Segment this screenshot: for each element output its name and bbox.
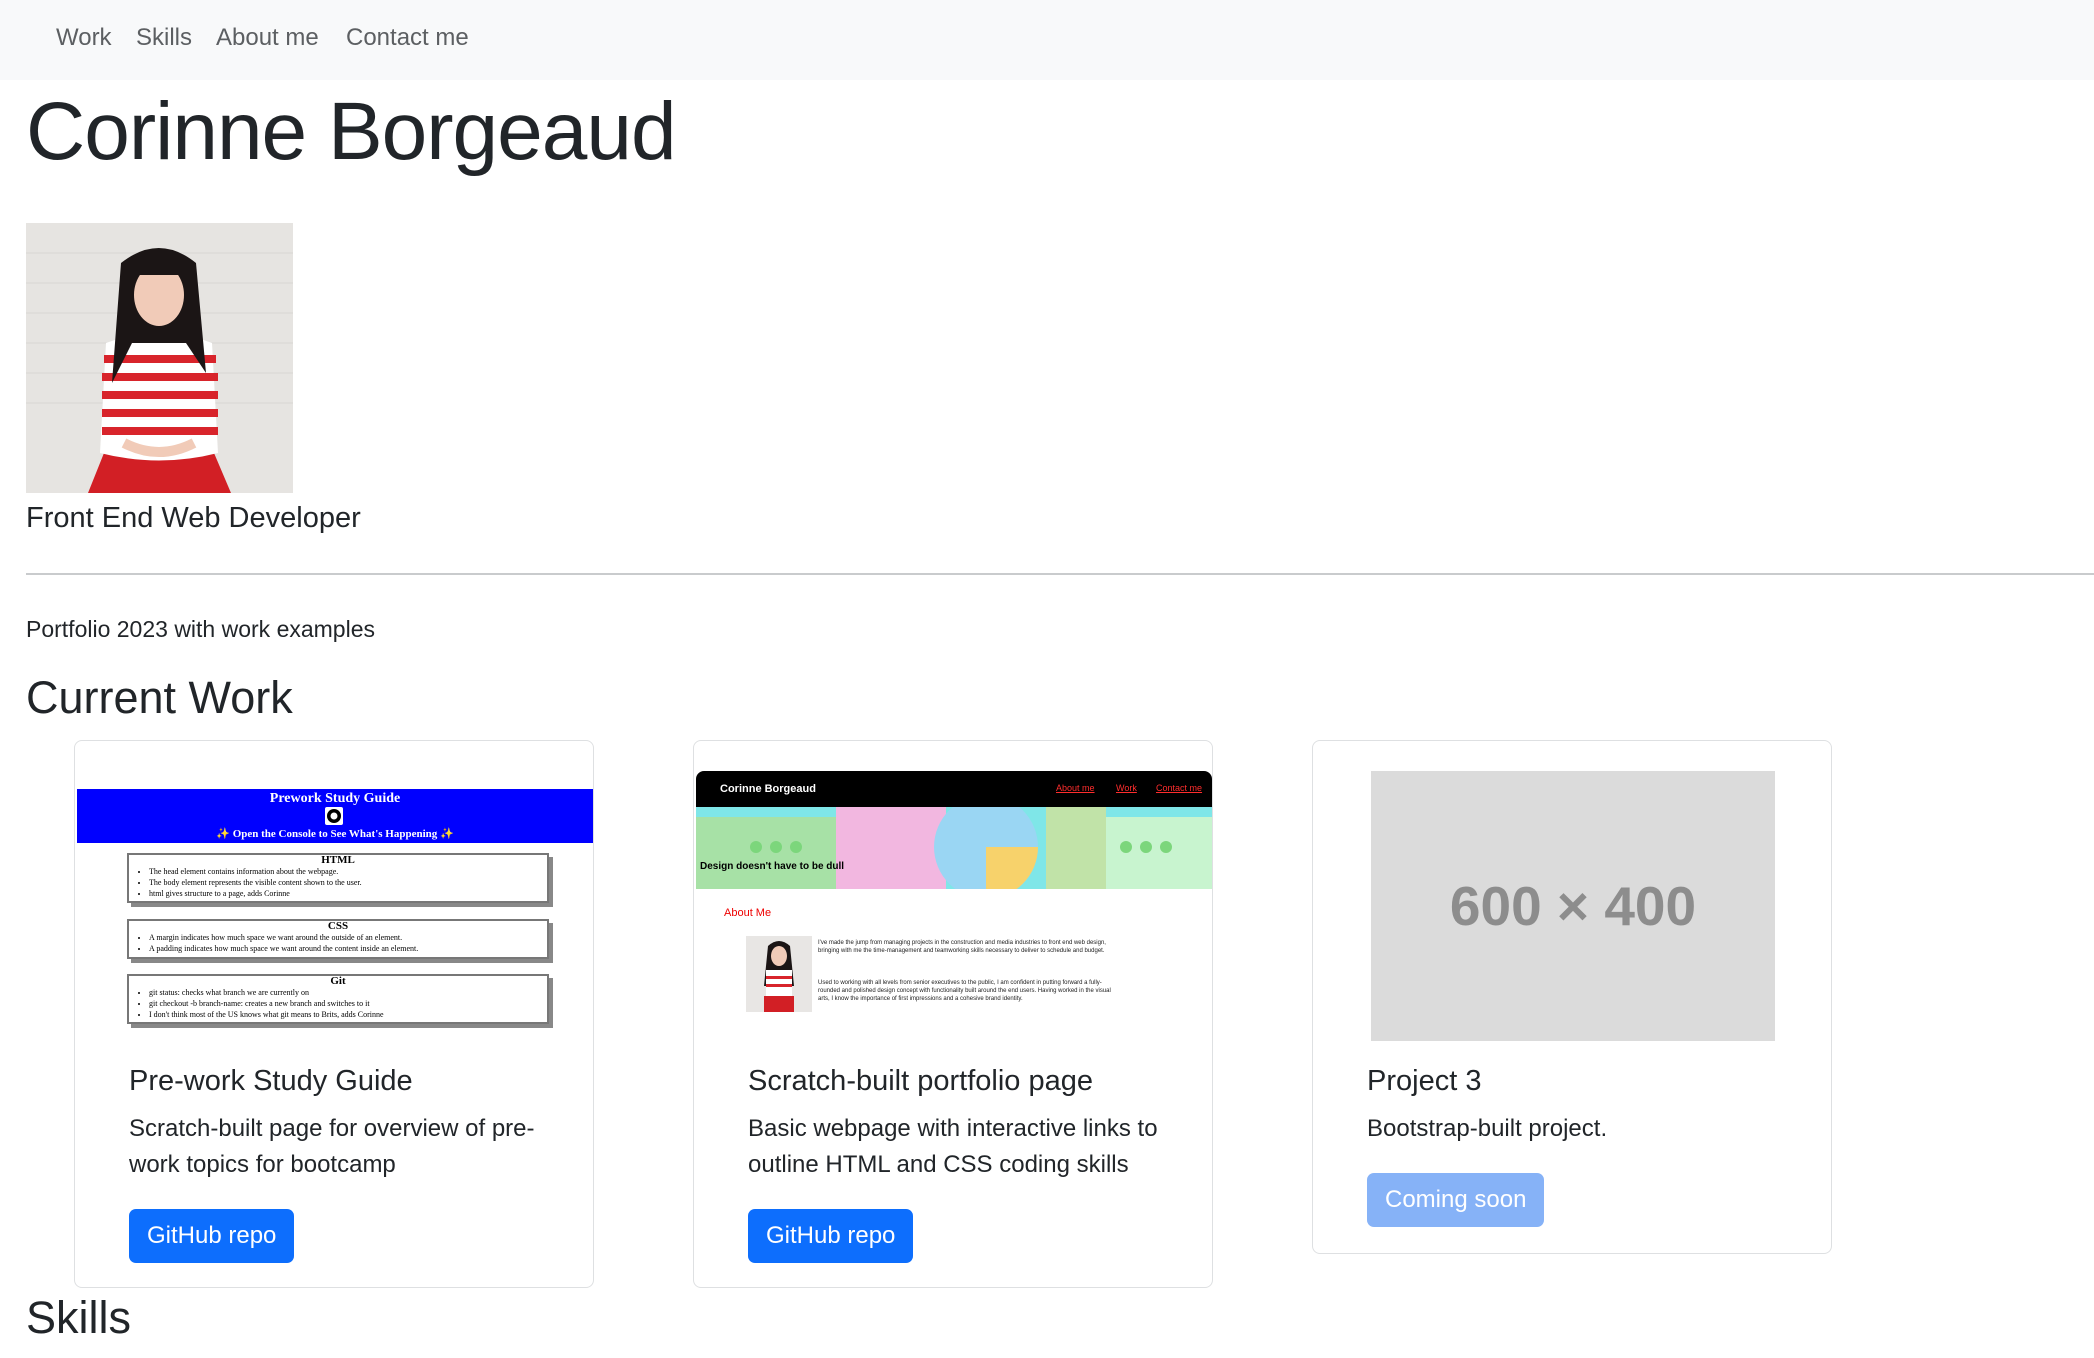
nav-link-skills[interactable]: Skills (136, 22, 192, 54)
study-guide-git-box: Git git status: checks what branch we ar… (127, 974, 549, 1024)
list-item: git checkout -b branch-name: creates a n… (149, 998, 547, 1009)
portfolio-preview-brand: Corinne Borgeaud (720, 783, 816, 795)
list-item: The head element contains information ab… (149, 866, 547, 877)
portfolio-preview-paragraph: I've made the jump from managing project… (818, 940, 1106, 954)
study-guide-heading: Git (330, 975, 346, 987)
portfolio-preview-link: Contact me (1156, 783, 1203, 793)
list-item: A padding indicates how much space we wa… (149, 943, 547, 954)
github-logo-icon (325, 807, 343, 825)
portfolio-preview-hero-text: Design doesn't have to be dull (700, 861, 845, 872)
portfolio-preview-navbar: Corinne Borgeaud About me Work Contact m… (696, 771, 1212, 807)
portfolio-preview-hero: Design doesn't have to be dull (696, 807, 1212, 889)
study-guide-heading: HTML (321, 854, 355, 866)
study-guide-heading: CSS (327, 920, 349, 932)
study-guide-screenshot: Prework Study Guide ✨ Open the Console t… (77, 769, 593, 1039)
coming-soon-button[interactable]: Coming soon (1367, 1173, 1545, 1227)
job-title: Front End Web Developer (26, 502, 361, 534)
project-card-project-3: 600 × 400 Project 3 Bootstrap-built proj… (1312, 740, 1832, 1254)
nav-link-contact-me[interactable]: Contact me (346, 22, 469, 54)
list-item: git status: checks what branch we are cu… (149, 987, 547, 998)
study-guide-html-box: HTML The head element contains informati… (127, 853, 549, 903)
study-guide-title: Prework Study Guide (269, 791, 401, 806)
github-repo-button[interactable]: GitHub repo (748, 1209, 914, 1263)
card-title: Scratch-built portfolio page (748, 1065, 1093, 1097)
card-text: Basic webpage with interactive links to … (748, 1115, 1158, 1178)
portfolio-preview-photo (746, 936, 812, 1012)
section-title-skills: Skills (26, 1292, 132, 1343)
profile-photo (26, 223, 293, 493)
nav-link-about-me[interactable]: About me (216, 22, 319, 54)
study-guide-banner: Prework Study Guide ✨ Open the Console t… (77, 789, 593, 843)
study-guide-css-box: CSS A margin indicates how much space we… (127, 919, 549, 959)
list-item: html gives structure to a page, adds Cor… (149, 888, 547, 899)
github-repo-button[interactable]: GitHub repo (129, 1209, 295, 1263)
page-title: Corinne Borgeaud (26, 86, 677, 177)
study-guide-subtitle: ✨ Open the Console to See What's Happeni… (216, 828, 454, 840)
card-title: Pre-work Study Guide (129, 1065, 413, 1097)
portfolio-preview-about-heading: About Me (724, 907, 772, 919)
section-title-current-work: Current Work (26, 672, 293, 723)
divider (26, 573, 2094, 575)
card-title: Project 3 (1367, 1065, 1482, 1097)
project-card-portfolio: Corinne Borgeaud About me Work Contact m… (693, 740, 1213, 1288)
portfolio-preview-link: Work (1116, 783, 1137, 793)
list-item: I don't think most of the US knows what … (149, 1009, 547, 1020)
portfolio-screenshot: Corinne Borgeaud About me Work Contact m… (696, 771, 1212, 1041)
portfolio-preview-paragraph: Used to working with all levels from sen… (818, 980, 1111, 1002)
project-card-study-guide: Prework Study Guide ✨ Open the Console t… (74, 740, 594, 1288)
placeholder-image: 600 × 400 (1371, 771, 1775, 1041)
nav-link-work[interactable]: Work (56, 22, 112, 54)
list-item: A margin indicates how much space we wan… (149, 932, 547, 943)
list-item: The body element represents the visible … (149, 877, 547, 888)
intro-text: Portfolio 2023 with work examples (26, 616, 375, 642)
card-text: Bootstrap-built project. (1367, 1115, 1608, 1142)
card-text: Scratch-built page for overview of pre-w… (129, 1115, 535, 1178)
portfolio-preview-link: About me (1056, 783, 1095, 793)
navbar: Work Skills About me Contact me (0, 0, 2094, 80)
